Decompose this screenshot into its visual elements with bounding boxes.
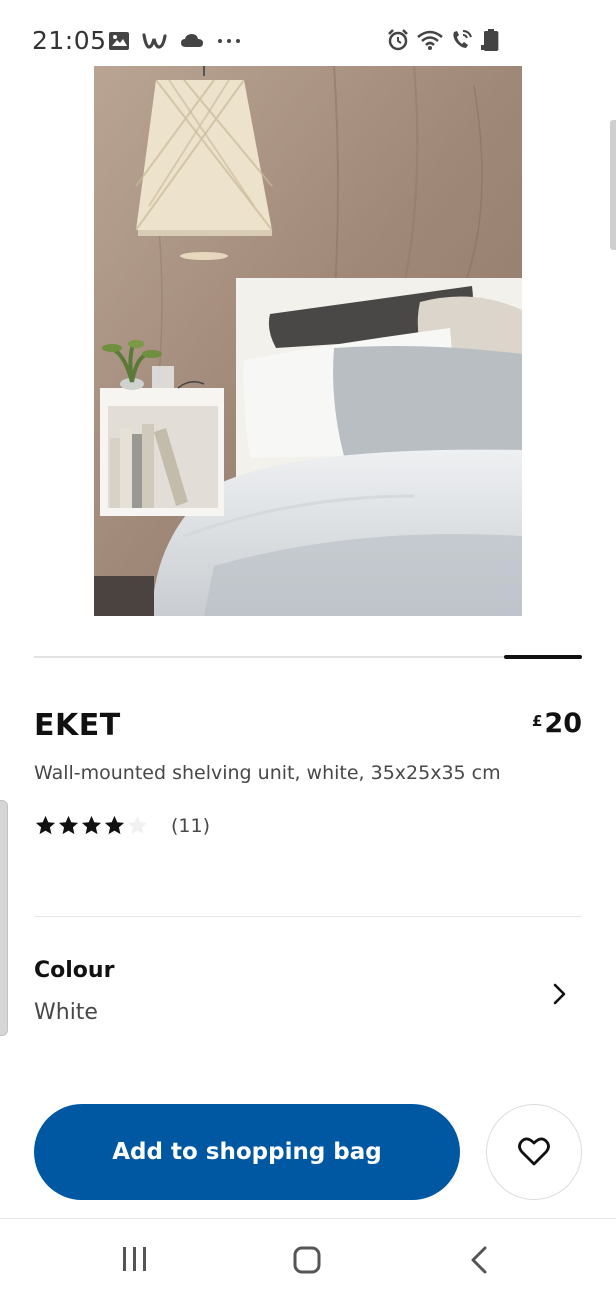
status-time: 21:05 bbox=[32, 26, 107, 55]
gallery-icon bbox=[109, 32, 129, 50]
wifi-icon bbox=[417, 30, 443, 50]
product-price: £ 20 bbox=[532, 708, 582, 739]
status-left-icons bbox=[108, 28, 242, 54]
edge-panel-handle[interactable] bbox=[0, 800, 8, 1036]
star-filled-icon bbox=[35, 815, 56, 835]
product-rating[interactable]: (11) bbox=[34, 814, 210, 837]
home-icon[interactable] bbox=[293, 1246, 321, 1274]
back-icon[interactable] bbox=[470, 1246, 488, 1274]
product-description: Wall-mounted shelving unit, white, 35x25… bbox=[34, 762, 501, 784]
product-image[interactable] bbox=[94, 66, 522, 616]
image-carousel-track bbox=[34, 656, 582, 658]
favourite-button[interactable] bbox=[486, 1104, 582, 1200]
divider bbox=[34, 916, 582, 917]
product-name: EKET bbox=[34, 708, 121, 743]
rating-count: (11) bbox=[171, 814, 211, 837]
colour-selector[interactable]: Colour White bbox=[34, 958, 582, 1034]
star-filled-icon bbox=[81, 815, 102, 835]
system-nav-bar bbox=[0, 1218, 616, 1300]
star-filled-icon bbox=[58, 815, 79, 835]
w-app-icon bbox=[142, 33, 167, 49]
colour-value: White bbox=[34, 1000, 98, 1025]
bedroom-scene-image bbox=[94, 66, 522, 616]
alarm-icon bbox=[388, 29, 408, 51]
page-scrollbar[interactable] bbox=[610, 120, 616, 250]
rating-stars bbox=[34, 814, 149, 837]
chevron-right-icon bbox=[553, 983, 566, 1005]
heart-icon bbox=[518, 1137, 550, 1166]
star-empty-icon bbox=[127, 815, 148, 835]
more-dots-icon bbox=[218, 39, 240, 43]
image-carousel-indicator[interactable] bbox=[504, 655, 582, 659]
cloud-icon bbox=[181, 34, 203, 47]
star-filled-icon bbox=[104, 815, 125, 835]
battery-icon bbox=[484, 29, 498, 51]
recents-icon[interactable] bbox=[121, 1247, 149, 1271]
add-to-shopping-bag-button[interactable]: Add to shopping bag bbox=[34, 1104, 460, 1200]
price-amount: 20 bbox=[544, 708, 582, 739]
wifi-calling-icon bbox=[453, 30, 472, 48]
price-currency: £ bbox=[531, 712, 543, 730]
colour-label: Colour bbox=[34, 958, 115, 983]
